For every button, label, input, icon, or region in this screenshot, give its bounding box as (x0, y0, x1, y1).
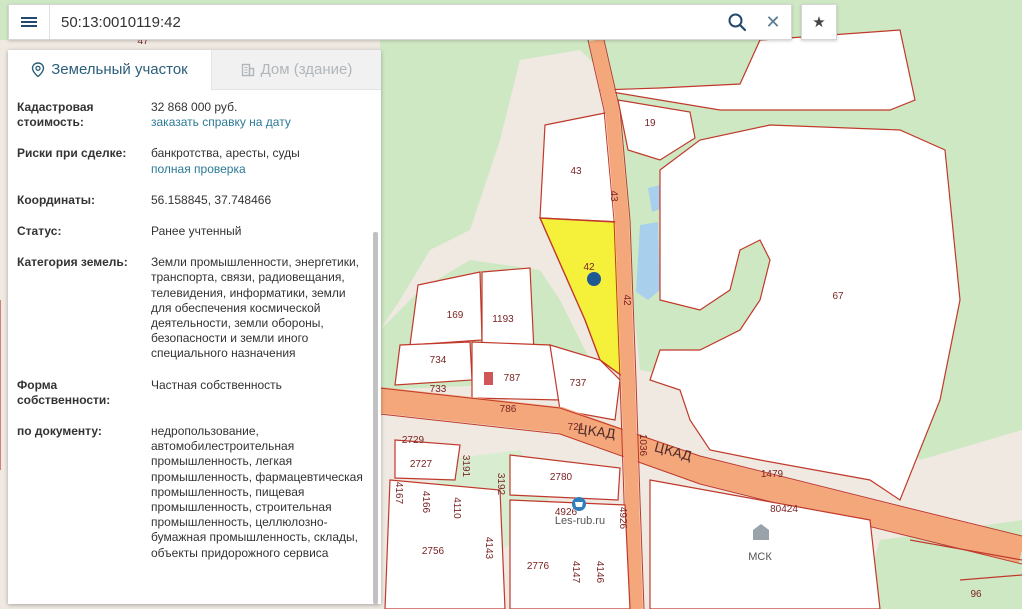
poi-label: Les-rub.ru (555, 515, 605, 527)
parcel-number-label: 169 (447, 310, 464, 321)
shop-bag-icon (575, 502, 583, 507)
tab-building[interactable]: Дом (здание) (211, 50, 381, 90)
parcel-number-label: 42 (583, 262, 595, 273)
info-key: Форма собственности: (17, 377, 111, 407)
parcel-787[interactable] (471, 341, 561, 401)
info-rows: Кадастровая стоимость: 32 868 000 руб. з… (8, 100, 368, 577)
info-row-status: Статус: Ранее учтенный (8, 224, 368, 255)
parcel-number-label: 4146 (594, 561, 605, 584)
parcel-number-label: 3192 (495, 473, 506, 496)
water-body (636, 222, 660, 300)
order-certificate-link[interactable]: заказать справку на дату (151, 115, 368, 130)
close-icon: ✕ (765, 12, 781, 32)
tab-land-plot[interactable]: Земельный участок (8, 50, 211, 90)
parcel-number-label: 1036 (637, 434, 648, 457)
tab-land-plot-label: Земельный участок (51, 61, 188, 78)
parcel-number-label: 42 (621, 294, 632, 306)
building-icon (241, 63, 254, 76)
star-icon: ★ (812, 14, 826, 31)
search-button[interactable] (725, 10, 749, 34)
info-key: по документу: (17, 424, 102, 439)
parcel-number-label: 19 (644, 118, 656, 129)
parcel-number-label: 96 (970, 589, 982, 600)
info-row-risks: Риски при сделке: банкротства, аресты, с… (8, 146, 368, 192)
ownership-value: Частная собственность (151, 377, 282, 392)
parcel-number-label: 4926 (617, 507, 628, 530)
info-key: Риски при сделке: (17, 146, 127, 161)
menu-icon (21, 15, 37, 29)
info-value: банкротства, аресты, суды полная проверк… (151, 146, 368, 176)
parcel-number-label: 2727 (410, 459, 433, 470)
parcel-number-label: 3191 (460, 455, 471, 478)
parcel-number-label: 1193 (492, 314, 514, 325)
cadastral-value: 32 868 000 руб. (151, 100, 238, 114)
poi-label: МСК (748, 551, 772, 563)
menu-button[interactable] (9, 5, 50, 39)
risks-value: банкротства, аресты, суды (151, 146, 300, 161)
panel-tabs: Земельный участок Дом (здание) (8, 50, 381, 90)
search-icon (728, 13, 747, 32)
parcel-number-label: 734 (430, 355, 447, 366)
info-row-document-use: по документу: недропользование, автомоби… (8, 424, 368, 577)
info-row-cadastral-value: Кадастровая стоимость: 32 868 000 руб. з… (8, 100, 368, 146)
parcel-number-label: 2780 (550, 472, 573, 483)
parcel-number-label: 4167 (393, 482, 404, 505)
parcel-number-label: 787 (504, 373, 521, 384)
coordinates-value: 56.158845, 37.748466 (151, 192, 272, 207)
panel-scrollbar[interactable] (373, 232, 378, 604)
parcel-number-label: 4143 (483, 537, 494, 560)
parcel-number-label: 67 (832, 291, 844, 302)
info-value: 32 868 000 руб. заказать справку на дату (151, 100, 368, 130)
info-panel: Земельный участок Дом (здание) Кадастров… (8, 50, 381, 604)
parcel-number-label: 4110 (451, 497, 462, 519)
full-check-link[interactable]: полная проверка (151, 162, 368, 177)
info-key: Координаты: (17, 192, 96, 207)
land-category-value: Земли промышленности, энергетики, трансп… (151, 255, 360, 361)
parcel-number-label: 2776 (527, 561, 550, 572)
parcel-number-label: 43 (570, 166, 582, 177)
parcel-number-label: 4166 (420, 491, 431, 514)
parcel-number-label: 2756 (422, 546, 445, 557)
document-use-value: недропользование, автомобилестроительная… (151, 424, 363, 560)
parcel-number-label: 1479 (761, 469, 784, 480)
parcel-number-label: 2729 (402, 435, 425, 446)
parcel-number-label: 80424 (770, 504, 798, 515)
info-row-coordinates: Координаты: 56.158845, 37.748466 (8, 193, 368, 224)
parcel-number-label: 733 (430, 384, 447, 395)
tab-building-label: Дом (здание) (260, 61, 353, 78)
info-key: Статус: (17, 224, 62, 239)
status-value: Ранее учтенный (151, 224, 242, 239)
clear-button[interactable]: ✕ (761, 10, 785, 34)
parcel-number-label: 786 (500, 404, 517, 415)
search-input[interactable] (61, 5, 711, 39)
info-row-land-category: Категория земель: Земли промышленности, … (8, 255, 368, 377)
info-key: Кадастровая стоимость: (17, 100, 94, 130)
parcel-number-label: 4147 (570, 561, 581, 584)
info-row-ownership: Форма собственности: Частная собственнос… (8, 378, 368, 424)
land-plot-icon (32, 61, 45, 77)
favorite-button[interactable]: ★ (801, 4, 837, 40)
info-key: Категория земель: (17, 255, 128, 270)
parcel-number-label: 43 (608, 190, 619, 202)
location-marker[interactable] (587, 272, 601, 286)
parcel-1193[interactable] (481, 267, 535, 353)
parcel-number-label: 737 (570, 378, 587, 389)
search-bar: ✕ (8, 4, 792, 40)
building-marker (484, 372, 493, 385)
